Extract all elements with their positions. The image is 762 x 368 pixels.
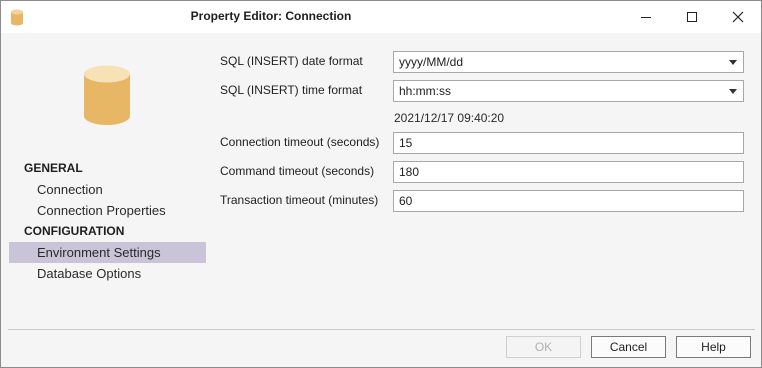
database-icon: [84, 65, 130, 125]
nav-header-configuration: CONFIGURATION: [24, 224, 125, 238]
nav-item-connection-properties[interactable]: Connection Properties: [9, 200, 206, 221]
property-editor-window: Property Editor: Connection GENERAL Conn…: [0, 0, 762, 368]
cancel-button[interactable]: Cancel: [591, 336, 666, 358]
close-icon: [732, 11, 744, 23]
date-format-label: SQL (INSERT) date format: [220, 54, 363, 68]
nav-item-environment-settings[interactable]: Environment Settings: [9, 242, 206, 263]
transaction-timeout-label: Transaction timeout (minutes): [220, 193, 379, 207]
connection-timeout-label: Connection timeout (seconds): [220, 135, 380, 149]
nav-item-database-options[interactable]: Database Options: [9, 263, 206, 284]
date-format-dropdown[interactable]: yyyy/MM/dd: [393, 51, 744, 73]
datetime-preview: 2021/12/17 09:40:20: [394, 111, 505, 125]
maximize-icon: [687, 12, 697, 22]
minimize-icon: [641, 17, 651, 18]
chevron-down-icon: [729, 60, 737, 65]
transaction-timeout-input[interactable]: 60: [393, 190, 744, 212]
nav-header-general: GENERAL: [24, 161, 83, 175]
footer-divider: [8, 329, 755, 330]
command-timeout-label: Command timeout (seconds): [220, 164, 375, 178]
window-title: Property Editor: Connection: [190, 9, 352, 23]
title-bar: Property Editor: Connection: [1, 1, 761, 33]
time-format-value: hh:mm:ss: [399, 84, 452, 98]
minimize-button[interactable]: [623, 1, 669, 33]
close-button[interactable]: [715, 1, 761, 33]
chevron-down-icon: [729, 89, 737, 94]
date-format-value: yyyy/MM/dd: [399, 55, 464, 69]
time-format-dropdown[interactable]: hh:mm:ss: [393, 80, 744, 102]
nav-item-connection[interactable]: Connection: [9, 179, 206, 200]
help-button[interactable]: Help: [676, 336, 751, 358]
command-timeout-input[interactable]: 180: [393, 161, 744, 183]
maximize-button[interactable]: [669, 1, 715, 33]
ok-button[interactable]: OK: [506, 336, 581, 358]
connection-timeout-input[interactable]: 15: [393, 132, 744, 154]
time-format-label: SQL (INSERT) time format: [220, 83, 363, 97]
settings-navigation: GENERAL Connection Connection Properties…: [9, 158, 206, 284]
